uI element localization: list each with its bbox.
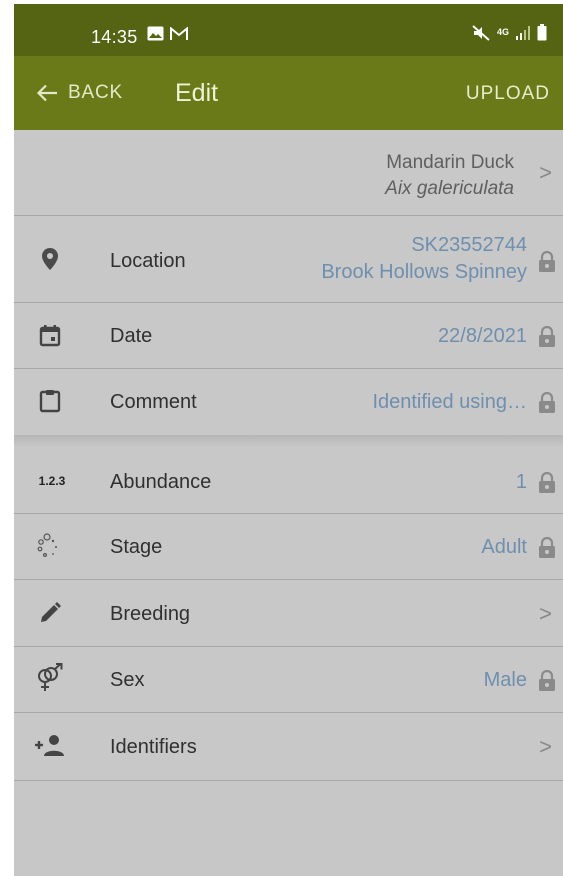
species-row[interactable]: Mandarin Duck Aix galericulata >	[14, 130, 563, 216]
stage-label: Stage	[110, 536, 163, 558]
comment-label: Comment	[110, 391, 197, 413]
location-label: Location	[110, 250, 186, 272]
identifiers-row[interactable]: Identifiers >	[14, 713, 563, 781]
sex-row[interactable]: Sex Male	[14, 647, 563, 713]
sex-label: Sex	[110, 669, 145, 691]
location-place: Brook Hollows Spinney	[321, 261, 527, 283]
species-common-name: Mandarin Duck	[386, 152, 514, 173]
battery-icon	[537, 24, 547, 41]
network-type: 4G	[496, 27, 509, 37]
status-bar: 14:35 4G	[14, 4, 563, 56]
signal-icon	[516, 25, 530, 40]
gmail-icon	[170, 26, 188, 40]
upload-button[interactable]: UPLOAD	[466, 83, 550, 105]
location-row[interactable]: Location SK23552744 Brook Hollows Spinne…	[14, 216, 563, 303]
notification-icons	[147, 26, 188, 41]
location-grid-ref: SK23552744	[411, 234, 527, 256]
app-bar: BACK Edit UPLOAD	[14, 56, 563, 130]
lock-icon	[539, 250, 555, 272]
date-label: Date	[110, 325, 153, 347]
chevron-right-icon: >	[539, 734, 552, 759]
abundance-row[interactable]: 1.2.3 Abundance 1	[14, 447, 563, 514]
numbers-icon: 1.2.3	[38, 474, 66, 488]
arrow-left-icon	[36, 84, 57, 102]
gender-icon	[36, 663, 64, 692]
mute-icon	[472, 24, 490, 41]
abundance-label: Abundance	[110, 471, 212, 493]
stage-row[interactable]: Stage Adult	[14, 514, 563, 580]
date-row[interactable]: Date 22/8/2021	[14, 303, 563, 369]
section-divider	[14, 435, 563, 447]
stage-icon	[36, 532, 64, 560]
lock-icon	[539, 536, 555, 558]
lock-icon	[539, 325, 555, 347]
system-icons: 4G	[472, 24, 547, 41]
app-screen: 14:35 4G BACK Edit UPLOAD Mandarin Duck …	[14, 4, 563, 876]
identifiers-label: Identifiers	[110, 736, 197, 758]
chevron-right-icon: >	[539, 601, 552, 626]
abundance-value: 1	[515, 471, 527, 493]
clipboard-icon	[36, 387, 64, 415]
lock-icon	[539, 391, 555, 413]
pencil-icon	[36, 599, 64, 627]
sex-value: Male	[483, 669, 527, 691]
page-title: Edit	[175, 79, 219, 107]
breeding-label: Breeding	[110, 603, 191, 625]
calendar-icon	[36, 322, 64, 350]
comment-row[interactable]: Comment Identified using…	[14, 369, 563, 435]
back-button[interactable]: BACK	[36, 56, 123, 130]
add-person-icon	[34, 732, 68, 760]
map-pin-icon	[36, 245, 64, 273]
empty-area	[14, 781, 563, 876]
comment-value: Identified using…	[372, 391, 527, 413]
breeding-row[interactable]: Breeding >	[14, 580, 563, 647]
chevron-right-icon: >	[539, 160, 552, 185]
back-label: BACK	[68, 82, 123, 103]
gallery-icon	[147, 26, 164, 41]
date-value: 22/8/2021	[438, 325, 527, 347]
stage-value: Adult	[481, 536, 527, 558]
lock-icon	[539, 669, 555, 691]
status-time: 14:35	[91, 27, 138, 47]
species-latin-name: Aix galericulata	[385, 178, 514, 199]
lock-icon	[539, 471, 555, 493]
